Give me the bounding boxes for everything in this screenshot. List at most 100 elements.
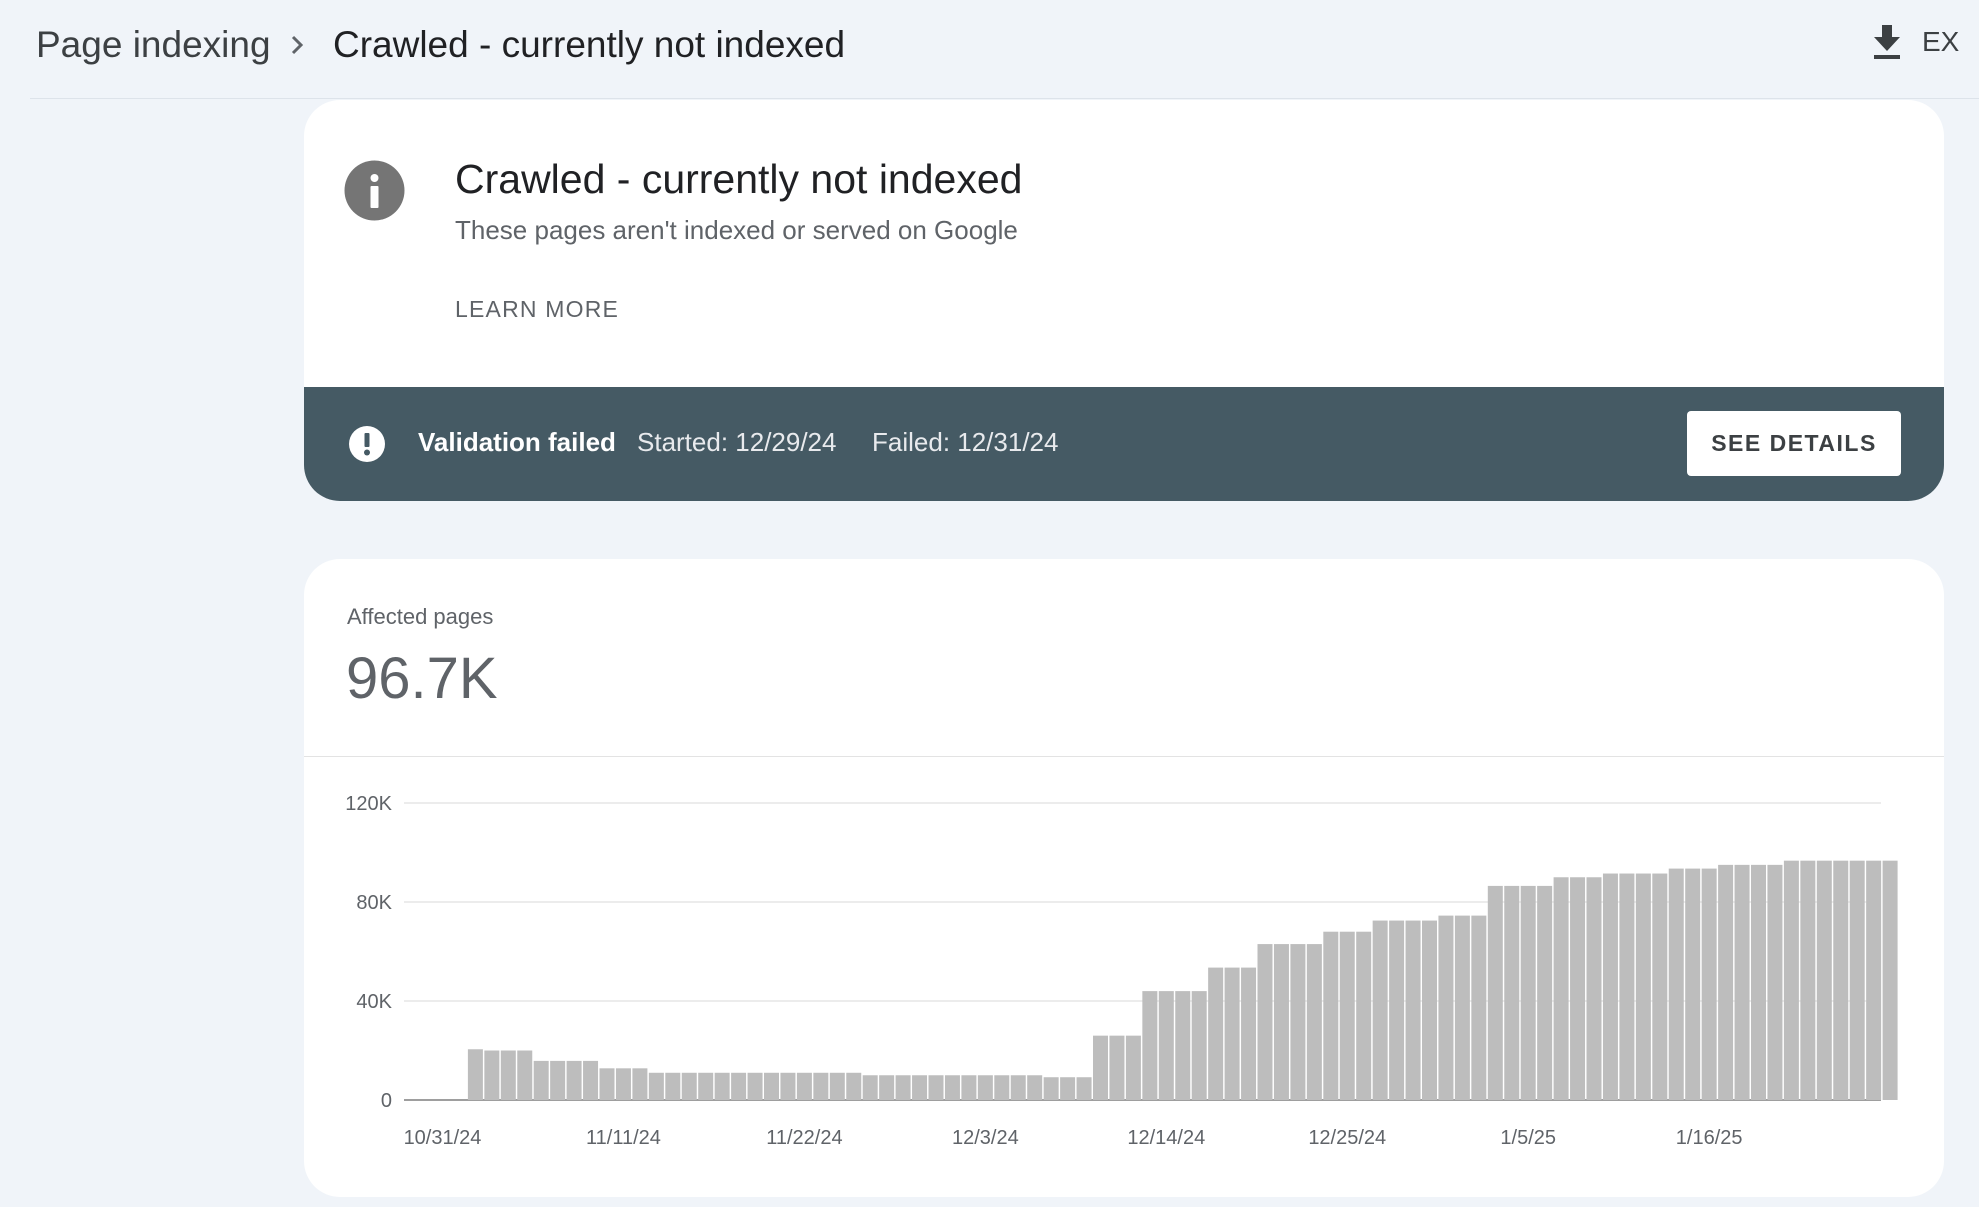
export-button[interactable]: EX bbox=[1922, 26, 1959, 58]
breadcrumb-parent-link[interactable]: Page indexing bbox=[36, 24, 271, 66]
bar bbox=[632, 1068, 648, 1100]
bar bbox=[1290, 944, 1306, 1100]
x-tick-label: 12/14/24 bbox=[1127, 1127, 1205, 1149]
bar bbox=[1257, 944, 1273, 1100]
bar bbox=[500, 1050, 516, 1100]
bar bbox=[731, 1072, 747, 1100]
bar bbox=[533, 1060, 549, 1100]
download-icon[interactable] bbox=[1870, 22, 1904, 62]
bar bbox=[829, 1072, 845, 1100]
bar bbox=[1405, 920, 1421, 1100]
validation-failed-date: Failed: 12/31/24 bbox=[872, 427, 1059, 457]
bar bbox=[1504, 885, 1520, 1100]
x-tick-label: 10/31/24 bbox=[404, 1127, 482, 1149]
bar bbox=[1751, 864, 1766, 1100]
bar bbox=[1734, 864, 1750, 1100]
y-tick-label: 40K bbox=[356, 991, 392, 1013]
bar bbox=[566, 1060, 582, 1100]
x-tick-label: 12/3/24 bbox=[952, 1127, 1019, 1149]
bar bbox=[1372, 920, 1388, 1100]
affected-pages-chart: 0 40K 80K 120K 10/31/24 11/11/24 11/22/24 12/3/… bbox=[345, 793, 1898, 1149]
bar bbox=[961, 1075, 977, 1100]
y-tick-label: 0 bbox=[381, 1090, 392, 1112]
bar bbox=[698, 1072, 714, 1100]
info-icon bbox=[344, 160, 405, 221]
bar bbox=[1520, 885, 1536, 1100]
bar bbox=[1093, 1035, 1108, 1100]
y-tick-label: 80K bbox=[356, 892, 392, 914]
bar bbox=[879, 1075, 895, 1100]
bar bbox=[977, 1075, 993, 1100]
bar bbox=[1060, 1077, 1076, 1100]
bar bbox=[1454, 915, 1470, 1100]
bar bbox=[648, 1072, 664, 1100]
alert-icon bbox=[349, 426, 385, 462]
y-tick-label: 120K bbox=[345, 793, 392, 815]
bar bbox=[862, 1075, 878, 1100]
top-bar: Page indexing Crawled - currently not in… bbox=[30, 0, 1979, 99]
bar bbox=[1109, 1035, 1125, 1100]
bar bbox=[1652, 873, 1668, 1100]
bar bbox=[550, 1060, 566, 1100]
bar bbox=[1882, 860, 1898, 1100]
bar bbox=[1833, 860, 1849, 1100]
validation-banner: Validation failed Started: 12/29/24 Fail… bbox=[304, 387, 1944, 501]
bar bbox=[1487, 885, 1503, 1100]
bar bbox=[1306, 944, 1322, 1100]
bar bbox=[1191, 991, 1207, 1100]
bar bbox=[1701, 868, 1717, 1100]
bar bbox=[517, 1050, 533, 1100]
see-details-button[interactable]: SEE DETAILS bbox=[1687, 411, 1901, 476]
bar bbox=[780, 1072, 796, 1100]
bar bbox=[1718, 864, 1734, 1100]
bar bbox=[1175, 991, 1191, 1100]
bar bbox=[912, 1075, 928, 1100]
bar bbox=[1767, 864, 1783, 1100]
bar bbox=[599, 1068, 615, 1100]
bar bbox=[813, 1072, 829, 1100]
bar bbox=[484, 1050, 500, 1100]
bar bbox=[895, 1075, 911, 1100]
bar bbox=[1668, 868, 1684, 1100]
learn-more-link[interactable]: LEARN MORE bbox=[455, 296, 619, 323]
x-tick-label: 11/22/24 bbox=[766, 1127, 842, 1149]
bar bbox=[1208, 967, 1224, 1100]
issue-description: These pages aren't indexed or served on … bbox=[455, 215, 1018, 245]
bar bbox=[583, 1060, 599, 1100]
bar bbox=[1389, 920, 1405, 1100]
bar bbox=[1142, 991, 1158, 1100]
validation-started-date: Started: 12/29/24 bbox=[637, 427, 837, 457]
bar bbox=[1570, 877, 1586, 1100]
bar bbox=[944, 1075, 960, 1100]
bar bbox=[1027, 1075, 1043, 1100]
bar bbox=[747, 1072, 763, 1100]
bar bbox=[1866, 860, 1882, 1100]
bar bbox=[928, 1075, 944, 1100]
bar bbox=[994, 1075, 1010, 1100]
bar bbox=[1422, 920, 1437, 1100]
bar bbox=[467, 1049, 483, 1100]
page-title: Crawled - currently not indexed bbox=[333, 24, 846, 65]
bar bbox=[1800, 860, 1816, 1100]
bar bbox=[1438, 915, 1454, 1100]
bar bbox=[1471, 915, 1487, 1100]
bar bbox=[1356, 931, 1372, 1100]
bar bbox=[796, 1072, 812, 1100]
bar bbox=[1635, 873, 1651, 1100]
bar bbox=[714, 1072, 730, 1100]
bar bbox=[1158, 991, 1174, 1100]
bar bbox=[1685, 868, 1701, 1100]
bar bbox=[1553, 877, 1569, 1100]
bar bbox=[1783, 860, 1799, 1100]
bar bbox=[1043, 1077, 1059, 1100]
x-tick-label: 12/25/24 bbox=[1308, 1127, 1386, 1149]
x-tick-label: 1/5/25 bbox=[1500, 1127, 1556, 1149]
bar bbox=[1586, 877, 1602, 1100]
issue-card: Crawled - currently not indexed These pa… bbox=[304, 100, 1944, 501]
bar bbox=[1816, 860, 1832, 1100]
bar bbox=[1602, 873, 1618, 1100]
bar bbox=[764, 1072, 779, 1100]
issue-title: Crawled - currently not indexed bbox=[455, 156, 1023, 202]
x-tick-label: 11/11/24 bbox=[586, 1127, 661, 1149]
bar bbox=[1849, 860, 1865, 1100]
